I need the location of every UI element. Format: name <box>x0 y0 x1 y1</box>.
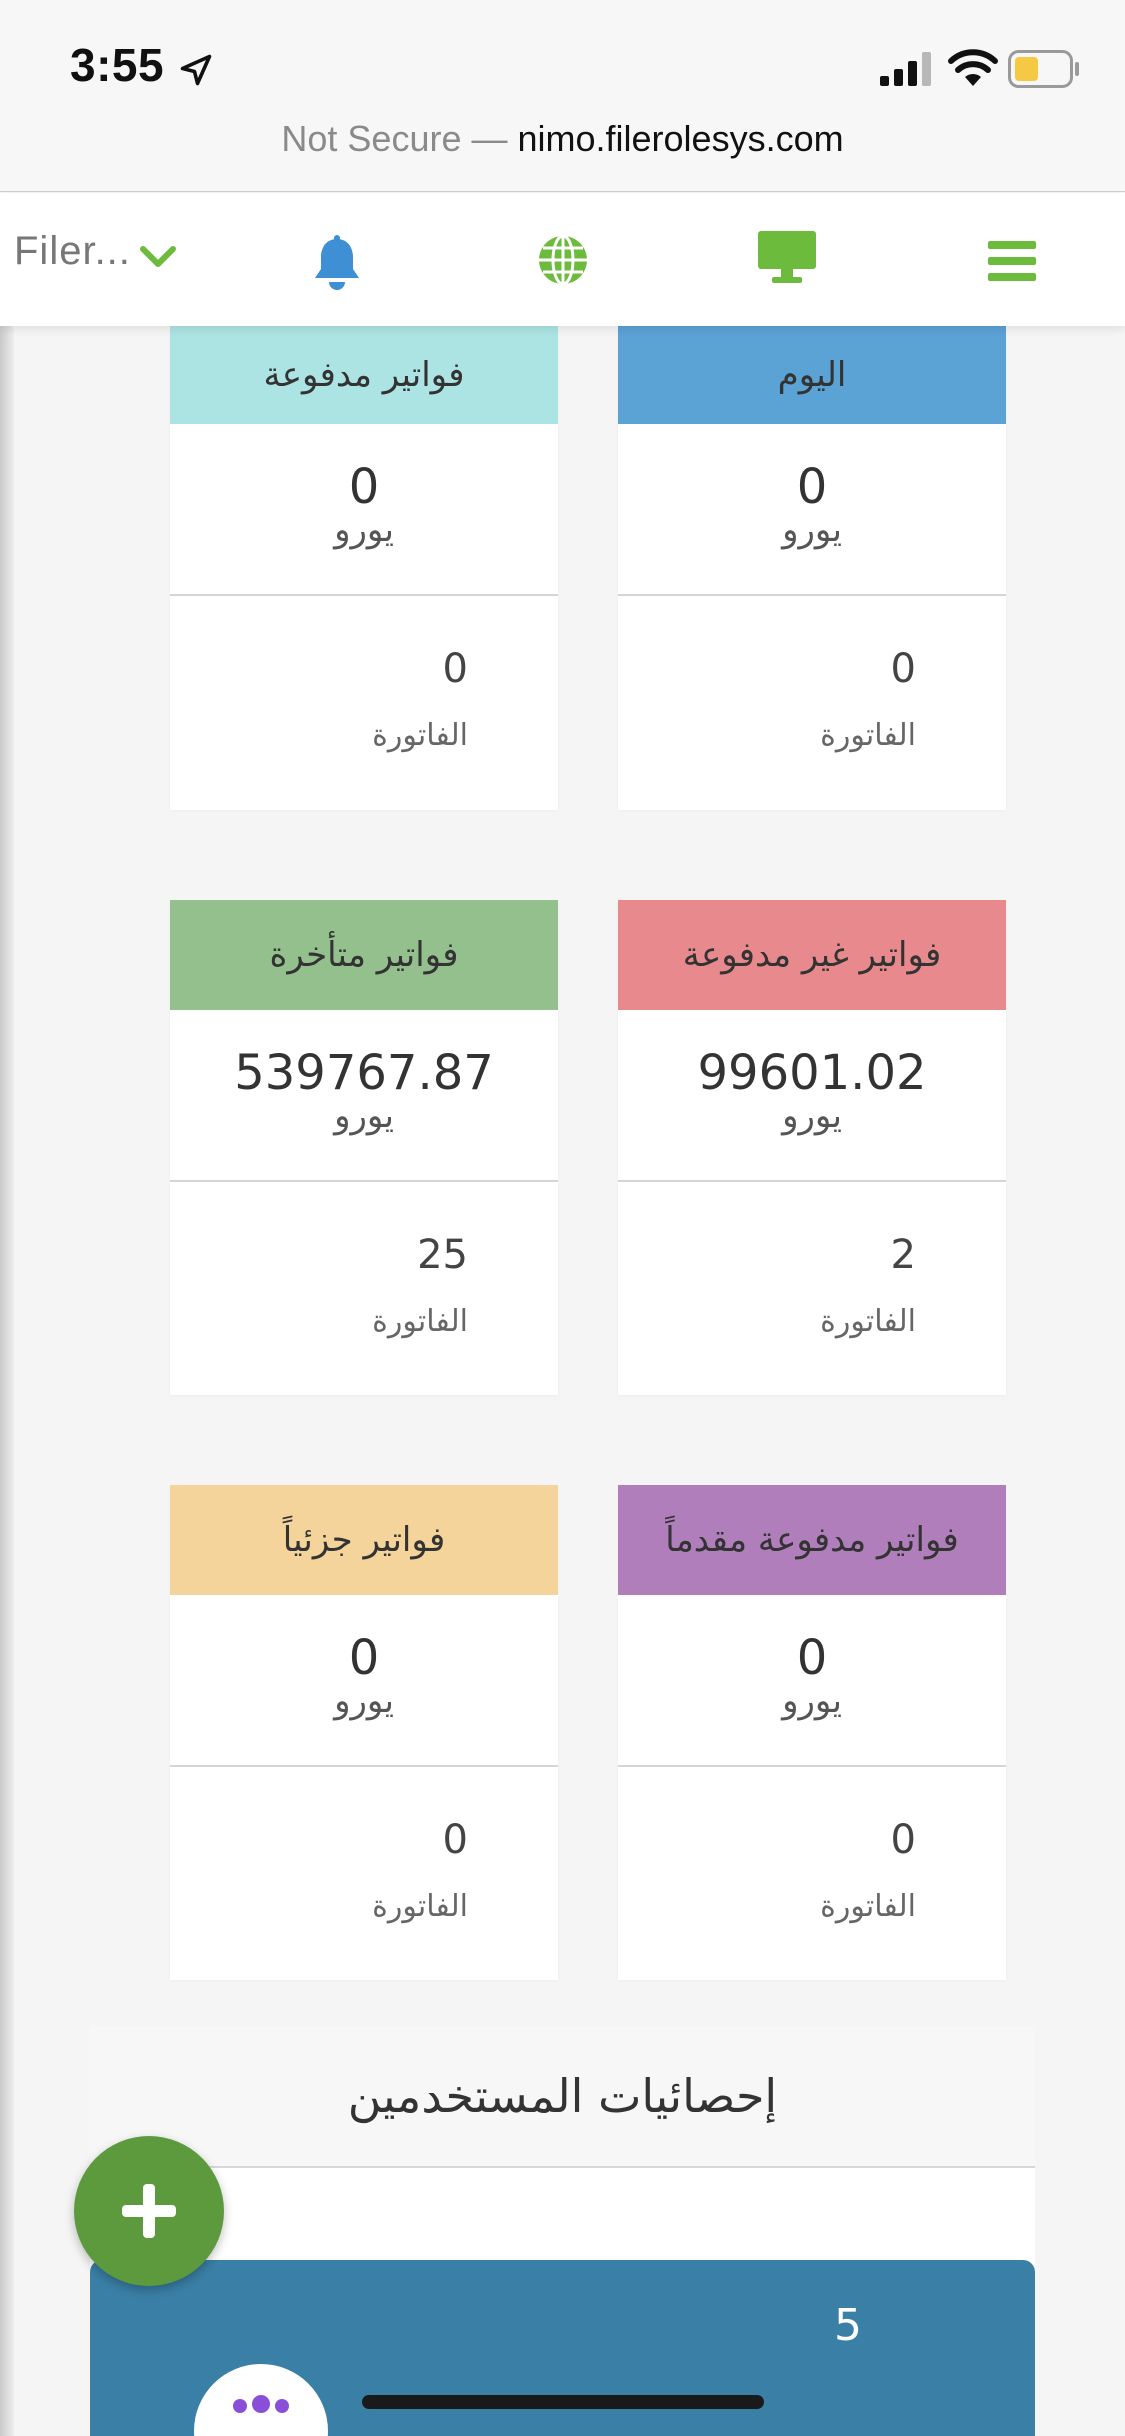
card-count-section: 25 الفاتورة <box>170 1182 558 1395</box>
menu-icon[interactable] <box>986 237 1038 285</box>
user-stats-card[interactable]: 5 <box>90 2260 1035 2436</box>
add-button[interactable] <box>74 2136 224 2286</box>
card-count-section: 0 الفاتورة <box>618 1767 1006 1980</box>
card-title: فواتير غير مدفوعة <box>618 900 1006 1010</box>
battery-icon <box>1008 50 1079 88</box>
card-amount-section: 0 يورو <box>170 1595 558 1767</box>
card-count-section: 0 الفاتورة <box>170 596 558 810</box>
currency-label: يورو <box>334 510 394 551</box>
user-stats-panel: إحصائيات المستخدمين 5 <box>90 2026 1035 2436</box>
card-count-section: 0 الفاتورة <box>618 596 1006 810</box>
brand-name[interactable]: Filer... <box>14 229 131 274</box>
card-paid-invoices[interactable]: فواتير مدفوعة 0 يورو 0 الفاتورة <box>170 326 558 810</box>
invoice-count-label: الفاتورة <box>372 718 468 753</box>
invoice-count-label: الفاتورة <box>372 1889 468 1924</box>
address-bar[interactable]: Not Secure — nimo.filerolesys.com <box>0 118 1125 160</box>
card-today[interactable]: اليوم 0 يورو 0 الفاتورة <box>618 326 1006 810</box>
invoice-count-label: الفاتورة <box>820 718 916 753</box>
invoice-count: 0 <box>442 646 468 692</box>
wifi-icon <box>948 49 998 86</box>
amount-value: 99601.02 <box>697 1045 927 1101</box>
card-amount-section: 0 يورو <box>170 424 558 596</box>
currency-label: يورو <box>334 1681 394 1722</box>
card-amount-section: 0 يورو <box>618 1595 1006 1767</box>
globe-icon[interactable] <box>536 233 590 287</box>
card-title: فواتير جزئياً <box>170 1485 558 1595</box>
plus-icon <box>122 2184 176 2238</box>
card-amount-section: 0 يورو <box>618 424 1006 596</box>
card-prepaid-invoices[interactable]: فواتير مدفوعة مقدماً 0 يورو 0 الفاتورة <box>618 1485 1006 1980</box>
app-header: Filer... <box>0 193 1125 326</box>
chevron-down-icon[interactable] <box>138 241 178 271</box>
home-indicator <box>362 2395 764 2409</box>
amount-value: 0 <box>796 1630 828 1686</box>
card-amount-section: 539767.87 يورو <box>170 1010 558 1182</box>
amount-value: 0 <box>796 459 828 515</box>
currency-label: يورو <box>782 1681 842 1722</box>
invoice-count: 25 <box>417 1232 468 1278</box>
location-arrow-icon <box>180 54 212 86</box>
card-title: فواتير متأخرة <box>170 900 558 1010</box>
card-title: اليوم <box>618 326 1006 424</box>
card-unpaid-invoices[interactable]: فواتير غير مدفوعة 99601.02 يورو 2 الفاتو… <box>618 900 1006 1395</box>
currency-label: يورو <box>782 510 842 551</box>
security-label: Not Secure — <box>281 118 508 159</box>
card-title: فواتير مدفوعة <box>170 326 558 424</box>
invoice-count: 2 <box>890 1232 916 1278</box>
user-stats-title: إحصائيات المستخدمين <box>90 2026 1035 2168</box>
card-partial-invoices[interactable]: فواتير جزئياً 0 يورو 0 الفاتورة <box>170 1485 558 1980</box>
invoice-count-label: الفاتورة <box>820 1304 916 1339</box>
invoice-count: 0 <box>890 1817 916 1863</box>
status-time: 3:55 <box>70 39 165 91</box>
side-shadow <box>0 326 14 2436</box>
card-title: فواتير مدفوعة مقدماً <box>618 1485 1006 1595</box>
card-count-section: 0 الفاتورة <box>170 1767 558 1980</box>
card-overdue-invoices[interactable]: فواتير متأخرة 539767.87 يورو 25 الفاتورة <box>170 900 558 1395</box>
bell-icon[interactable] <box>312 235 362 291</box>
amount-value: 539767.87 <box>234 1045 494 1101</box>
currency-label: يورو <box>782 1096 842 1137</box>
users-avatar <box>194 2364 328 2436</box>
currency-label: يورو <box>334 1096 394 1137</box>
monitor-icon[interactable] <box>756 229 818 285</box>
browser-status-bar: 3:55 Not Secure — nimo.filerolesys.com <box>0 0 1125 192</box>
card-count-section: 2 الفاتورة <box>618 1182 1006 1395</box>
amount-value: 0 <box>348 1630 380 1686</box>
users-group-icon <box>233 2395 289 2413</box>
invoice-count-label: الفاتورة <box>820 1889 916 1924</box>
user-count: 5 <box>834 2300 862 2351</box>
card-amount-section: 99601.02 يورو <box>618 1010 1006 1182</box>
cellular-signal-icon <box>880 52 931 86</box>
invoice-count: 0 <box>442 1817 468 1863</box>
url-domain: nimo.filerolesys.com <box>517 118 844 159</box>
invoice-count: 0 <box>890 646 916 692</box>
amount-value: 0 <box>348 459 380 515</box>
invoice-count-label: الفاتورة <box>372 1304 468 1339</box>
